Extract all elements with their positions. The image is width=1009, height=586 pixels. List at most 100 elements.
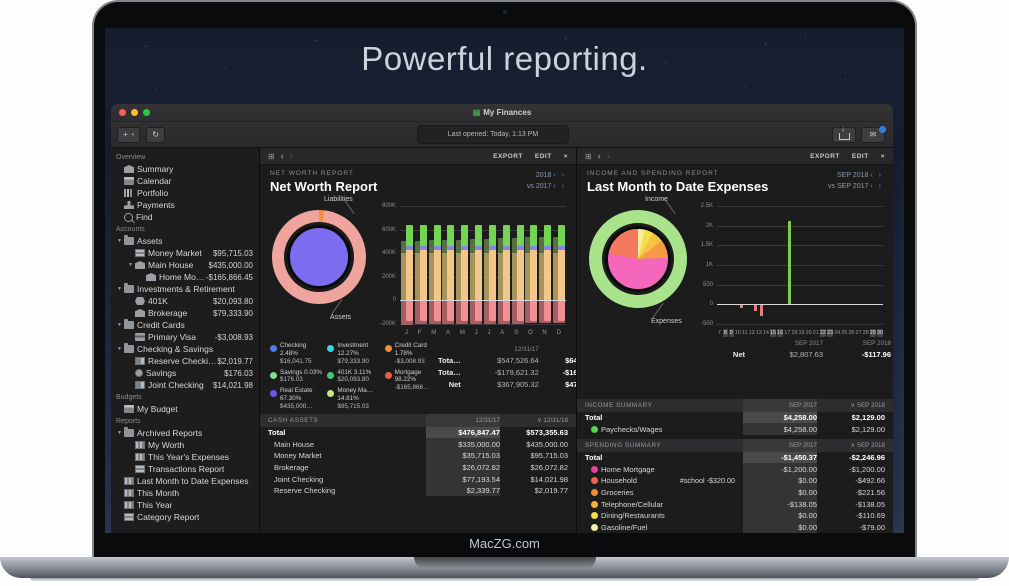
back-arrow-icon[interactable]: ‹ xyxy=(598,152,601,161)
net-worth-pie-chart[interactable]: LiabilitiesAssets xyxy=(262,196,374,338)
sidebar-item-credit-cards[interactable]: ▼Credit Cards xyxy=(111,319,259,331)
legend-item[interactable]: 401K 3.11%$20,093.80 xyxy=(327,369,380,385)
refresh-button[interactable]: ↻ xyxy=(146,127,165,143)
sidebar-item-main-house[interactable]: ▼Main House$435,000.00 xyxy=(111,259,259,271)
sidebar-item-my-worth[interactable]: My Worth xyxy=(111,439,259,451)
table-row[interactable]: Telephone/Cellular-$138.05-$138.05 xyxy=(577,498,893,510)
table-row[interactable]: Household#school -$320.00$0.00-$492.66 xyxy=(577,475,893,487)
legend-item[interactable]: Investment 12.27%$79,333.90 xyxy=(327,342,380,366)
legend-item[interactable]: Real Estate 67.30%$435,000… xyxy=(270,387,323,411)
table-row[interactable]: Joint Checking$77,193.54$14,021.98 xyxy=(260,473,576,485)
legend-item[interactable]: Money Ma… 14.81%$95,715.03 xyxy=(327,387,380,411)
sidebar-item-primary-visa[interactable]: Primary Visa-$3,008.93 xyxy=(111,331,259,343)
close-panel-icon[interactable]: × xyxy=(881,153,885,160)
expenses-bar-chart[interactable]: 2.5K2K1.5K1K5000-50078910111213141516171… xyxy=(691,204,887,338)
table-row[interactable]: Total$4,258.00$2,129.00 xyxy=(577,412,893,424)
sidebar-item-reserve-checking[interactable]: Reserve Checking$2,019.77 xyxy=(111,355,259,367)
sidebar-item-my-budget[interactable]: My Budget xyxy=(111,403,259,415)
month-bar-group[interactable] xyxy=(497,206,511,324)
day-bar[interactable] xyxy=(788,221,791,304)
disclosure-triangle-icon[interactable]: ▼ xyxy=(115,238,124,244)
table-col2-header[interactable]: ∧ SEP 2018 xyxy=(817,439,893,452)
add-account-button[interactable]: +▾ xyxy=(117,127,140,143)
sidebar-item-investments-retirement[interactable]: ▼Investments & Retirement xyxy=(111,283,259,295)
month-bar-group[interactable] xyxy=(414,206,428,324)
sidebar-item-portfolio[interactable]: Portfolio xyxy=(111,187,259,199)
expenses-pie-chart[interactable]: IncomeExpenses xyxy=(579,196,691,338)
table-row[interactable]: Home Mortgage-$1,200.00-$1,200.00 xyxy=(577,463,893,475)
messages-button[interactable]: ✉ xyxy=(861,127,885,143)
sidebar-item-assets[interactable]: ▼Assets xyxy=(111,235,259,247)
back-arrow-icon[interactable]: ‹ xyxy=(281,152,284,161)
summary-row[interactable]: Net$2,807.63-$117.96 xyxy=(577,348,893,360)
export-button[interactable]: EXPORT xyxy=(493,153,523,160)
table-col2-header[interactable]: ∨ 12/31/18 xyxy=(500,414,576,427)
table-row[interactable]: Gasoline/Fuel$0.00-$79.00 xyxy=(577,521,893,533)
period-arrows[interactable]: ‹ › xyxy=(870,172,883,179)
table-col2-header[interactable]: ∨ SEP 2018 xyxy=(817,399,893,412)
sidebar-item-brokerage[interactable]: Brokerage$79,333.90 xyxy=(111,307,259,319)
table-row[interactable]: Total-$1,450.37-$2,246.96 xyxy=(577,452,893,464)
table-row[interactable]: Brokerage$26,072.82$26,072.82 xyxy=(260,462,576,474)
period-arrows[interactable]: ‹ › xyxy=(870,183,883,190)
period-arrows[interactable]: ‹ › xyxy=(553,172,566,179)
sidebar-item-last-month-to-date-expenses[interactable]: Last Month to Date Expenses xyxy=(111,475,259,487)
edit-button[interactable]: EDIT xyxy=(852,153,869,160)
table-row[interactable]: Paychecks/Wages$4,258.00$2,129.00 xyxy=(577,423,893,435)
disclosure-triangle-icon[interactable]: ▼ xyxy=(115,286,124,292)
month-bar-group[interactable] xyxy=(400,206,414,324)
sidebar-item-summary[interactable]: Summary xyxy=(111,163,259,175)
import-button[interactable] xyxy=(832,127,856,143)
edit-button[interactable]: EDIT xyxy=(535,153,552,160)
legend-item[interactable]: Savings 0.03%$176.03 xyxy=(270,369,323,385)
sidebar-item-this-month[interactable]: This Month xyxy=(111,487,259,499)
disclosure-triangle-icon[interactable]: ▼ xyxy=(115,346,124,352)
forward-arrow-icon[interactable]: › xyxy=(607,152,610,161)
table-row[interactable]: Money Market$35,715.03$95,715.03 xyxy=(260,450,576,462)
close-panel-icon[interactable]: × xyxy=(564,153,568,160)
sidebar-item-transactions-report[interactable]: Transactions Report xyxy=(111,463,259,475)
day-bar[interactable] xyxy=(754,305,757,311)
month-bar-group[interactable] xyxy=(511,206,525,324)
month-bar-group[interactable] xyxy=(441,206,455,324)
sidebar-item-archived-reports[interactable]: ▼Archived Reports xyxy=(111,427,259,439)
sidebar-item-money-market[interactable]: Money Market$95,715.03 xyxy=(111,247,259,259)
sidebar-item-checking-savings[interactable]: ▼Checking & Savings xyxy=(111,343,259,355)
sidebar-item-home-mortgage[interactable]: Home Mortgage-$165,866.45 xyxy=(111,271,259,283)
legend-item[interactable]: Checking 2.48%$16,041.75 xyxy=(270,342,323,366)
sidebar-item-category-report[interactable]: Category Report xyxy=(111,511,259,523)
table-row[interactable]: Dining/Restaurants$0.00-$110.69 xyxy=(577,510,893,522)
legend-item[interactable]: Mortgage 98.22%-$165,866… xyxy=(385,369,438,393)
table-row[interactable]: Main House$335,000.00$435,000.00 xyxy=(260,438,576,450)
month-bar-group[interactable] xyxy=(428,206,442,324)
sidebar-item-401k[interactable]: 401K$20,093.80 xyxy=(111,295,259,307)
legend-item[interactable]: Credit Card 1.78%-$3,008.93 xyxy=(385,342,438,366)
disclosure-triangle-icon[interactable]: ▼ xyxy=(115,322,124,328)
month-bar-group[interactable] xyxy=(469,206,483,324)
table-row[interactable]: Groceries$0.00-$221.56 xyxy=(577,487,893,499)
disclosure-triangle-icon[interactable]: ▼ xyxy=(126,262,135,268)
table-row[interactable]: Reserve Checking$2,339.77$2,019.77 xyxy=(260,485,576,497)
sidebar-item-savings[interactable]: Savings$176.03 xyxy=(111,367,259,379)
month-bar-group[interactable] xyxy=(524,206,538,324)
table-col1-header[interactable]: 12/31/17 xyxy=(426,414,500,427)
day-bar[interactable] xyxy=(740,305,743,307)
sidebar-item-this-year-s-expenses[interactable]: This Year's Expenses xyxy=(111,451,259,463)
month-bar-group[interactable] xyxy=(455,206,469,324)
sidebar-item-this-year[interactable]: This Year xyxy=(111,499,259,511)
sidebar-item-calendar[interactable]: Calendar xyxy=(111,175,259,187)
month-bar-group[interactable] xyxy=(552,206,566,324)
grid-view-icon[interactable]: ⊞ xyxy=(268,152,275,161)
table-col1-header[interactable]: SEP 2017 xyxy=(743,439,817,452)
net-worth-bar-chart[interactable]: 800K600K400K200K0-200KJFMAMJJASOND xyxy=(374,204,570,338)
month-bar-group[interactable] xyxy=(483,206,497,324)
disclosure-triangle-icon[interactable]: ▼ xyxy=(115,430,124,436)
day-bar[interactable] xyxy=(760,305,763,316)
period-arrows[interactable]: ‹ › xyxy=(553,183,566,190)
month-bar-group[interactable] xyxy=(538,206,552,324)
sidebar-item-find[interactable]: Find xyxy=(111,211,259,223)
table-col1-header[interactable]: SEP 2017 xyxy=(743,399,817,412)
table-row[interactable]: Total$476,847.47$573,355.63 xyxy=(260,427,576,439)
forward-arrow-icon[interactable]: › xyxy=(290,152,293,161)
export-button[interactable]: EXPORT xyxy=(810,153,840,160)
